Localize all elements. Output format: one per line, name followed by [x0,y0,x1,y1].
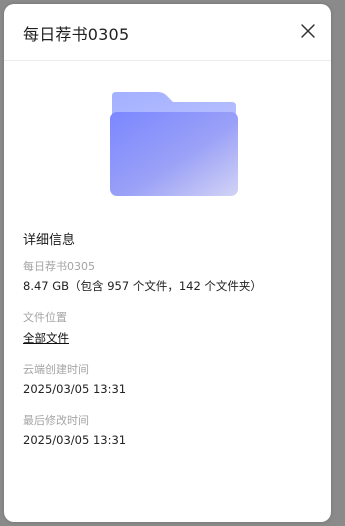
location-link[interactable]: 全部文件 [23,330,69,346]
close-icon [301,24,315,38]
folder-name-label: 每日荐书0305 [23,260,95,273]
details-heading: 详细信息 [23,233,76,248]
dialog-header: 每日荐书0305 [4,4,331,61]
created-time-value: 2025/03/05 13:31 [23,382,127,396]
dialog-title: 每日荐书0305 [23,25,130,44]
created-time-label: 云端创建时间 [23,363,89,376]
folder-icon [110,92,238,196]
location-label: 文件位置 [23,311,67,324]
folder-size-value: 8.47 GB（包含 957 个文件，142 个文件夹） [23,279,262,293]
modified-time-value: 2025/03/05 13:31 [23,433,127,447]
close-button[interactable] [299,22,317,40]
details-panel: 每日荐书0305 详细信息 每日荐书0305 8.47 GB（包含 957 个文… [4,4,331,522]
modified-time-label: 最后修改时间 [23,414,89,427]
